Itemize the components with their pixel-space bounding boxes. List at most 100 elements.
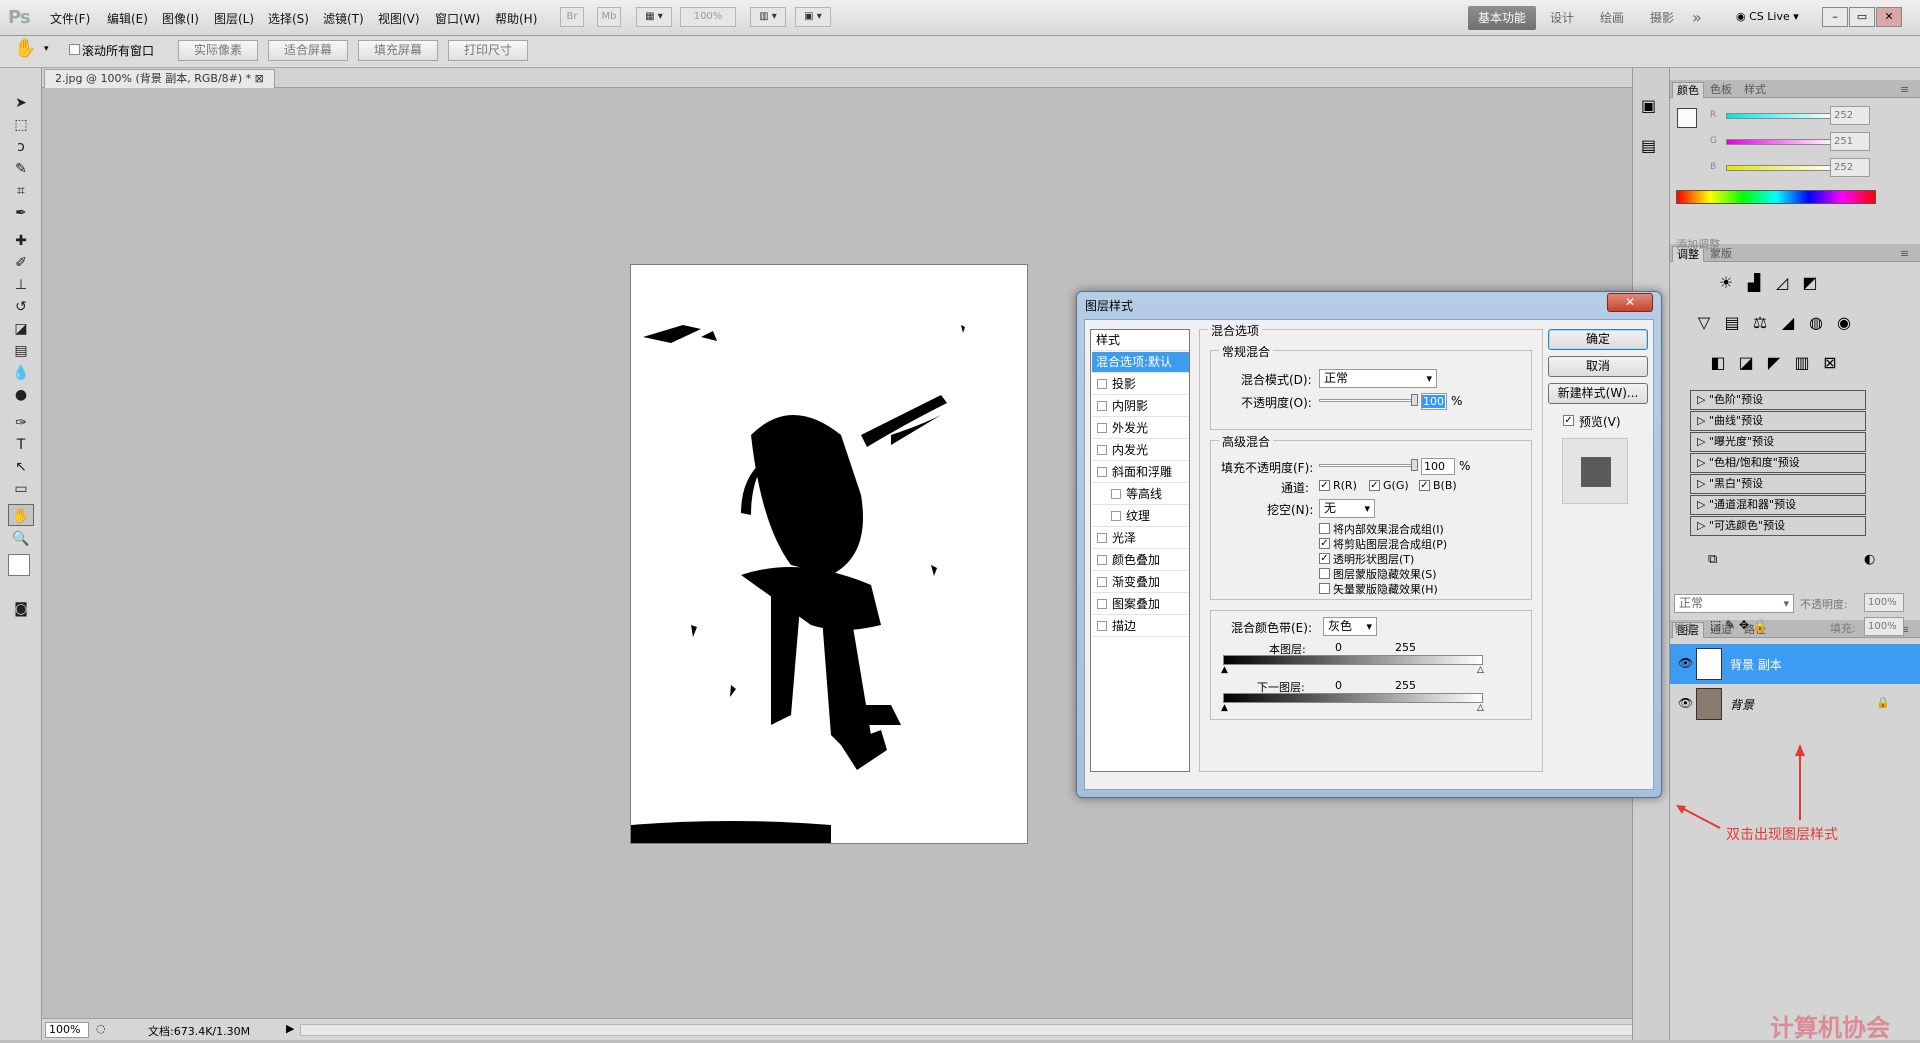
menu-select[interactable]: 选择(S) — [268, 10, 309, 27]
channel-g-value[interactable]: 251 — [1830, 132, 1870, 151]
move-tool-icon[interactable]: ➤ — [8, 92, 34, 114]
eyedropper-tool-icon[interactable]: ✒ — [8, 202, 34, 224]
view-extras-button[interactable]: ▦ ▾ — [636, 7, 672, 27]
selective-color-adjust-icon[interactable]: ⊠ — [1818, 352, 1842, 374]
fill-value[interactable]: 100% — [1864, 617, 1904, 636]
posterize-adjust-icon[interactable]: ◪ — [1734, 352, 1758, 374]
underlying-black-thumb-icon[interactable]: ▲ — [1221, 703, 1228, 713]
preset-channel-mixer[interactable]: ▷ "通道混和器"预设 — [1690, 495, 1866, 515]
visibility-eye-icon[interactable]: 👁 — [1678, 656, 1693, 670]
photo-filter-adjust-icon[interactable]: ◍ — [1804, 312, 1828, 334]
invert-adjust-icon[interactable]: ◧ — [1706, 352, 1730, 374]
hand-tool-icon[interactable]: ✋ — [14, 38, 36, 59]
color-balance-adjust-icon[interactable]: ⚖ — [1748, 312, 1772, 334]
style-checkbox[interactable] — [1097, 621, 1107, 631]
menu-edit[interactable]: 编辑(E) — [107, 10, 148, 27]
cs-live-button[interactable]: ◉ CS Live ▾ — [1736, 10, 1799, 23]
history-panel-icon[interactable]: ▤ — [1641, 136, 1656, 155]
transparency-shapes-checkbox[interactable]: ✓ — [1319, 553, 1330, 564]
opacity-input[interactable]: 100 — [1421, 393, 1447, 410]
color-spectrum[interactable] — [1676, 190, 1876, 204]
pen-tool-icon[interactable]: ✑ — [8, 412, 34, 434]
healing-brush-icon[interactable]: ✚ — [8, 230, 34, 252]
gradient-tool-icon[interactable]: ▤ — [8, 340, 34, 362]
cancel-button[interactable]: 取消 — [1548, 356, 1648, 377]
preset-hue-sat[interactable]: ▷ "色相/饱和度"预设 — [1690, 453, 1866, 473]
marquee-tool-icon[interactable]: ⬚ — [8, 114, 34, 136]
lasso-tool-icon[interactable]: ↄ — [8, 136, 34, 158]
style-checkbox[interactable] — [1111, 511, 1121, 521]
hue-sat-adjust-icon[interactable]: ▤ — [1720, 312, 1744, 334]
tab-color[interactable]: 颜色 — [1672, 82, 1704, 98]
print-size-button[interactable]: 打印尺寸 — [448, 40, 528, 61]
workspace-painting[interactable]: 绘画 — [1590, 6, 1634, 30]
workspace-more-icon[interactable]: » — [1682, 6, 1712, 30]
this-layer-black-thumb-icon[interactable]: ▲ — [1221, 665, 1228, 675]
hand-tool-active-icon[interactable]: ✋ — [8, 504, 34, 526]
quick-mask-icon[interactable]: ◙ — [8, 598, 34, 620]
bridge-button[interactable]: Br — [560, 7, 584, 27]
style-texture[interactable]: 纹理 — [1092, 506, 1189, 527]
menu-filter[interactable]: 滤镜(T) — [323, 10, 364, 27]
visibility-eye-icon[interactable]: 👁 — [1678, 696, 1693, 710]
style-checkbox[interactable] — [1097, 599, 1107, 609]
fill-opacity-input[interactable]: 100 — [1421, 458, 1455, 475]
style-checkbox[interactable] — [1097, 533, 1107, 543]
workspace-design[interactable]: 设计 — [1540, 6, 1584, 30]
menu-file[interactable]: 文件(F) — [50, 10, 90, 27]
foreground-color-swatch[interactable] — [8, 554, 30, 576]
eraser-tool-icon[interactable]: ◪ — [8, 318, 34, 340]
quick-select-tool-icon[interactable]: ✎ — [8, 158, 34, 180]
history-brush-icon[interactable]: ↺ — [8, 296, 34, 318]
bw-adjust-icon[interactable]: ◢ — [1776, 312, 1800, 334]
layer-blend-mode[interactable]: 正常 — [1674, 594, 1794, 613]
workspace-essentials[interactable]: 基本功能 — [1468, 6, 1537, 30]
brightness-adjust-icon[interactable]: ☀ — [1714, 272, 1738, 294]
preview-checkbox[interactable]: ✓ — [1563, 415, 1574, 426]
clone-stamp-icon[interactable]: ⊥ — [8, 274, 34, 296]
restore-button[interactable]: ▭ — [1849, 7, 1875, 27]
style-checkbox[interactable] — [1097, 423, 1107, 433]
arrange-docs-button[interactable]: ▥ ▾ — [750, 7, 786, 27]
zoom-tool-icon[interactable]: 🔍 — [8, 528, 34, 550]
menu-window[interactable]: 窗口(W) — [435, 10, 480, 27]
style-blending-options[interactable]: 混合选项:默认 — [1092, 352, 1189, 373]
vector-mask-hides-checkbox[interactable] — [1319, 583, 1330, 594]
style-outer-glow[interactable]: 外发光 — [1092, 418, 1189, 439]
underlying-layer-gradient[interactable] — [1223, 693, 1483, 703]
clip-adjust-icon[interactable]: ⧉ — [1708, 552, 1717, 567]
style-checkbox[interactable] — [1111, 489, 1121, 499]
channel-r-value[interactable]: 252 — [1830, 106, 1870, 125]
menu-view[interactable]: 视图(V) — [378, 10, 420, 27]
style-satin[interactable]: 光泽 — [1092, 528, 1189, 549]
opacity-slider-thumb[interactable] — [1411, 394, 1418, 406]
levels-adjust-icon[interactable]: ▟ — [1742, 272, 1766, 294]
blend-interior-checkbox[interactable] — [1319, 523, 1330, 534]
vibrance-adjust-icon[interactable]: ▽ — [1692, 312, 1716, 334]
new-style-button[interactable]: 新建样式(W)... — [1548, 383, 1648, 404]
knockout-select[interactable]: 无 — [1319, 499, 1375, 518]
style-inner-glow[interactable]: 内发光 — [1092, 440, 1189, 461]
menu-layer[interactable]: 图层(L) — [214, 10, 254, 27]
exposure-adjust-icon[interactable]: ◩ — [1798, 272, 1822, 294]
document-tab[interactable]: 2.jpg @ 100% (背景 副本, RGB/8#) * ⊠ — [44, 69, 275, 88]
channel-b-slider[interactable] — [1726, 165, 1836, 171]
close-button[interactable]: ✕ — [1876, 7, 1902, 27]
channel-r-checkbox[interactable]: ✓ — [1319, 480, 1330, 491]
threshold-adjust-icon[interactable]: ◤ — [1762, 352, 1786, 374]
status-menu-icon[interactable]: ▶ — [286, 1022, 294, 1035]
channel-b-value[interactable]: 252 — [1830, 158, 1870, 177]
opacity-slider[interactable] — [1319, 399, 1415, 402]
preset-levels[interactable]: ▷ "色阶"预设 — [1690, 390, 1866, 410]
zoom-level[interactable]: 100% — [680, 7, 736, 27]
preset-curves[interactable]: ▷ "曲线"预设 — [1690, 411, 1866, 431]
style-inner-shadow[interactable]: 内阴影 — [1092, 396, 1189, 417]
minimize-button[interactable]: – — [1822, 7, 1848, 27]
blur-tool-icon[interactable]: 💧 — [8, 362, 34, 384]
screen-mode-button[interactable]: ▣ ▾ — [795, 7, 831, 27]
style-contour[interactable]: 等高线 — [1092, 484, 1189, 505]
layer-name-background[interactable]: 背景 — [1730, 696, 1754, 713]
layer-row-copy[interactable]: 👁 背景 副本 — [1670, 644, 1920, 684]
style-checkbox[interactable] — [1097, 467, 1107, 477]
adjust-panel-menu-icon[interactable]: ≡ — [1896, 246, 1913, 262]
